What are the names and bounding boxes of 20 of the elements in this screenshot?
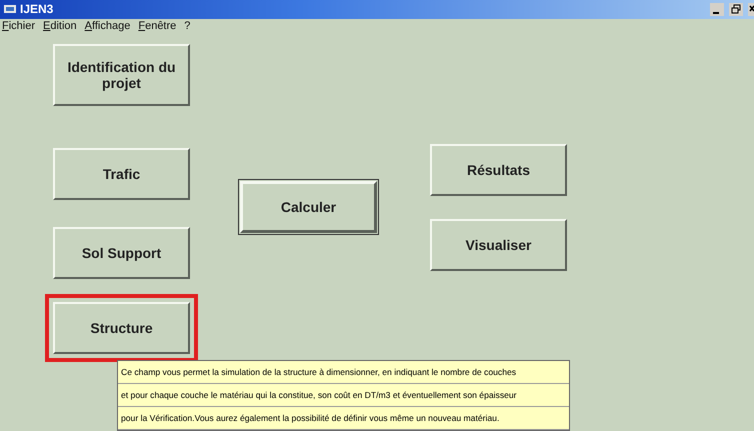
close-icon[interactable] <box>748 2 754 16</box>
nav-button[interactable]: Sol Support <box>53 226 190 279</box>
nav-button[interactable]: Calculer <box>240 180 377 233</box>
app-icon <box>4 4 16 14</box>
help-text-line: et pour chaque couche le matériau qui la constitue, son coût en DT/m3 et éventuellement son épaisseur <box>118 384 569 407</box>
menu-item[interactable]: Edition <box>43 20 77 32</box>
menu-item[interactable]: Affichage <box>84 20 130 32</box>
menu-item[interactable]: Fenêtre <box>138 20 176 32</box>
menu-item[interactable]: Fichier <box>2 20 36 32</box>
minimize-icon[interactable] <box>710 2 724 16</box>
nav-button[interactable]: Trafic <box>53 148 190 200</box>
nav-button[interactable]: Identification du projet <box>53 44 190 106</box>
nav-button[interactable]: Structure <box>53 302 190 354</box>
help-text-line: pour la Vérification.Vous aurez également la possibilité de définir vous même un nouveau matériau. <box>118 407 569 430</box>
help-text-line: Ce champ vous permet la simulation de la structure à dimensionner, en indiquant le nombre de couches <box>118 361 569 384</box>
window-title: IJEN3 <box>20 2 54 16</box>
nav-button[interactable]: Visualiser <box>430 218 567 271</box>
restore-icon[interactable] <box>729 2 743 16</box>
nav-button[interactable]: Résultats <box>430 144 567 196</box>
menu-item[interactable]: ? <box>184 20 190 32</box>
